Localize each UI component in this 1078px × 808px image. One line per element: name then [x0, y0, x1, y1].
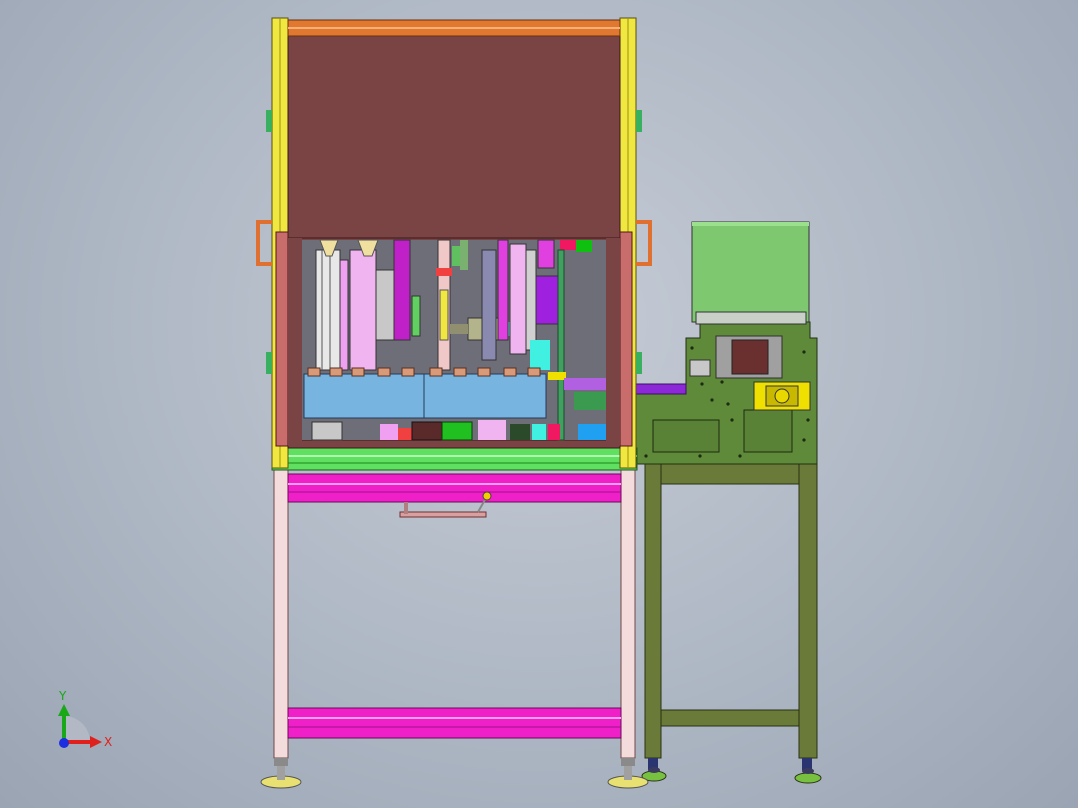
enclosure-top-panel: [287, 19, 621, 239]
x-axis-label: X: [104, 735, 112, 749]
internal-mechanism: [302, 239, 606, 441]
y-axis-label: Y: [58, 689, 67, 703]
side-feeder-plate: [635, 321, 818, 465]
main-frame-base-beam: [271, 447, 638, 471]
x-axis-arrowhead: [90, 736, 102, 748]
lower-magenta-beams: [287, 473, 622, 739]
cad-viewport[interactable]: Y X: [0, 0, 1078, 808]
y-axis-arrowhead: [58, 704, 70, 716]
feeder-hopper: [691, 221, 810, 325]
coordinate-axis-triad: Y X: [58, 689, 112, 749]
main-frame-legs: [260, 469, 649, 789]
z-axis-dot: [59, 738, 69, 748]
cad-model-drawing: Y X: [58, 17, 822, 789]
side-feeder-stand: [641, 461, 822, 784]
